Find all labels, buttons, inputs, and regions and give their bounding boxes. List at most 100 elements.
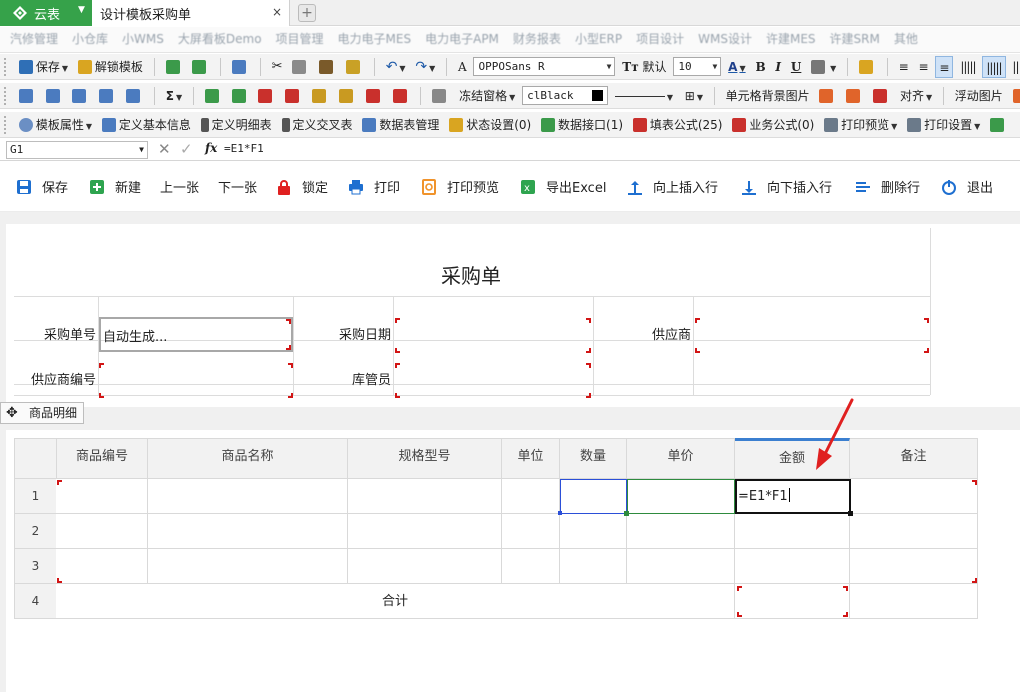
nav-item[interactable]: 汽修管理: [10, 27, 58, 52]
cell-name-box[interactable]: G1 ▼: [6, 141, 148, 159]
column-header[interactable]: 单价: [627, 438, 735, 479]
grid-cell[interactable]: [735, 514, 850, 549]
data-interface-button[interactable]: 数据接口(1): [538, 114, 626, 136]
grid-cell[interactable]: [56, 479, 148, 514]
grid-icon-4[interactable]: [96, 85, 119, 107]
align-button[interactable]: 对齐 ▼: [897, 85, 935, 107]
unmerge-button[interactable]: [336, 85, 359, 107]
action-new-button[interactable]: 新建: [89, 179, 141, 199]
action-lock-button[interactable]: 锁定: [276, 179, 328, 199]
grid-cell[interactable]: [56, 549, 148, 584]
font-select[interactable]: OPPOSans R ▼: [473, 57, 616, 76]
bold-button[interactable]: B: [752, 56, 768, 78]
line-style-select[interactable]: ▼: [612, 85, 678, 107]
cell-bg-image-button[interactable]: 单元格背景图片: [723, 85, 813, 107]
grid-cell[interactable]: [850, 479, 978, 514]
align-center-button[interactable]: ≡: [916, 56, 932, 78]
action-exit-button[interactable]: 退出: [941, 179, 993, 199]
paste-button[interactable]: [316, 56, 339, 78]
action-prev-button[interactable]: 上一张: [160, 179, 199, 199]
close-tab-icon[interactable]: ×: [272, 5, 282, 19]
grid-cell[interactable]: [56, 514, 148, 549]
more-button[interactable]: [987, 114, 1010, 136]
data-table-mgmt-button[interactable]: 数据表管理: [359, 114, 442, 136]
column-header[interactable]: 单位: [502, 438, 560, 479]
save-button[interactable]: 保存 ▼: [16, 56, 71, 78]
move-icon[interactable]: ✥: [6, 403, 18, 423]
barcode-alt-button[interactable]: |||||: [1009, 56, 1020, 78]
total-amount-cell[interactable]: [735, 584, 850, 619]
grid-cell[interactable]: [148, 514, 348, 549]
redo-button[interactable]: ↷ ▼: [412, 56, 438, 78]
grid-cell[interactable]: [348, 549, 502, 584]
export-button[interactable]: [189, 56, 212, 78]
font-color-button[interactable]: A ▼: [725, 56, 748, 78]
frame-button[interactable]: [870, 85, 893, 107]
order-no-field[interactable]: 自动生成...: [99, 317, 293, 352]
border-button[interactable]: ⊞ ▼: [682, 85, 706, 107]
price-ref-cell[interactable]: [627, 479, 735, 514]
merge-button[interactable]: [309, 85, 332, 107]
nav-item[interactable]: 大屏看板Demo: [178, 27, 262, 52]
italic-button[interactable]: I: [772, 56, 784, 78]
default-font-button[interactable]: Tт 默认: [619, 56, 669, 78]
formula-input[interactable]: =E1*F1: [224, 142, 264, 155]
confirm-formula-icon[interactable]: ✓: [180, 140, 193, 158]
action-next-button[interactable]: 下一张: [218, 179, 257, 199]
barcode-selected-button[interactable]: |||||: [982, 56, 1006, 78]
column-header[interactable]: 备注: [850, 438, 978, 479]
tab-design-template[interactable]: 设计模板采购单 ×: [92, 0, 290, 26]
grid-cell[interactable]: [348, 514, 502, 549]
grid-cell[interactable]: [502, 549, 560, 584]
total-remark-cell[interactable]: [850, 584, 978, 619]
grid-icon-2[interactable]: [43, 85, 66, 107]
fill-handle[interactable]: [848, 511, 853, 516]
float-image-add-button[interactable]: [1010, 85, 1020, 107]
unlock-template-button[interactable]: 解锁模板: [75, 56, 146, 78]
nav-item[interactable]: 项目设计: [636, 27, 684, 52]
nav-item[interactable]: 电力电子APM: [425, 27, 499, 52]
action-insert-row-below-button[interactable]: 向下插入行: [741, 179, 832, 199]
amount-editing-cell[interactable]: =E1*F1: [735, 479, 851, 514]
underline-button[interactable]: U: [788, 56, 804, 78]
protect-button[interactable]: [856, 56, 879, 78]
grid-icon-3[interactable]: [69, 85, 92, 107]
new-tab-button[interactable]: +: [298, 4, 316, 22]
insert-row-button[interactable]: [202, 85, 225, 107]
grid-cell[interactable]: [735, 549, 850, 584]
clear-format-button[interactable]: [390, 85, 413, 107]
undo-button[interactable]: ↶ ▼: [383, 56, 409, 78]
freeze-panes-button[interactable]: 冻结窗格 ▼: [456, 85, 518, 107]
template-props-button[interactable]: 模板属性 ▼: [16, 114, 95, 136]
fill-handle[interactable]: [558, 511, 562, 515]
action-print-preview-button[interactable]: 打印预览: [421, 179, 499, 199]
nav-item[interactable]: 许建MES: [766, 27, 816, 52]
copy-button[interactable]: [289, 56, 312, 78]
row-number[interactable]: 1: [14, 479, 56, 514]
cell-bg-remove-button[interactable]: [843, 85, 866, 107]
font-size-select[interactable]: 10 ▼: [673, 57, 722, 76]
delete-row-button[interactable]: [255, 85, 278, 107]
align-right-button[interactable]: ≡: [935, 56, 954, 78]
column-header[interactable]: 数量: [560, 438, 627, 479]
corner-header[interactable]: [14, 438, 56, 479]
float-image-button[interactable]: 浮动图片: [952, 85, 1006, 107]
toolbar-grip[interactable]: [4, 58, 8, 76]
define-detail-button[interactable]: 定义明细表: [198, 114, 275, 136]
number-format-button[interactable]: [429, 85, 452, 107]
detail-table-tab[interactable]: ✥ 商品明细: [0, 402, 84, 424]
supplier-field[interactable]: [695, 318, 929, 353]
action-print-button[interactable]: 打印: [348, 179, 400, 199]
cell-bg-add-button[interactable]: [816, 85, 839, 107]
column-header[interactable]: 商品编号: [56, 438, 148, 479]
print-setting-button[interactable]: 打印设置 ▼: [904, 114, 983, 136]
nav-item[interactable]: 小型ERP: [575, 27, 622, 52]
action-delete-row-button[interactable]: 删除行: [855, 179, 920, 199]
order-date-field[interactable]: [395, 318, 591, 353]
grid-cell[interactable]: [627, 514, 735, 549]
keeper-field[interactable]: [395, 363, 591, 398]
grid-cell[interactable]: [502, 479, 560, 514]
action-save-button[interactable]: 保存: [16, 179, 68, 199]
print-preview-button[interactable]: 打印预览 ▼: [821, 114, 900, 136]
fill-formula-button[interactable]: 填表公式(25): [630, 114, 726, 136]
